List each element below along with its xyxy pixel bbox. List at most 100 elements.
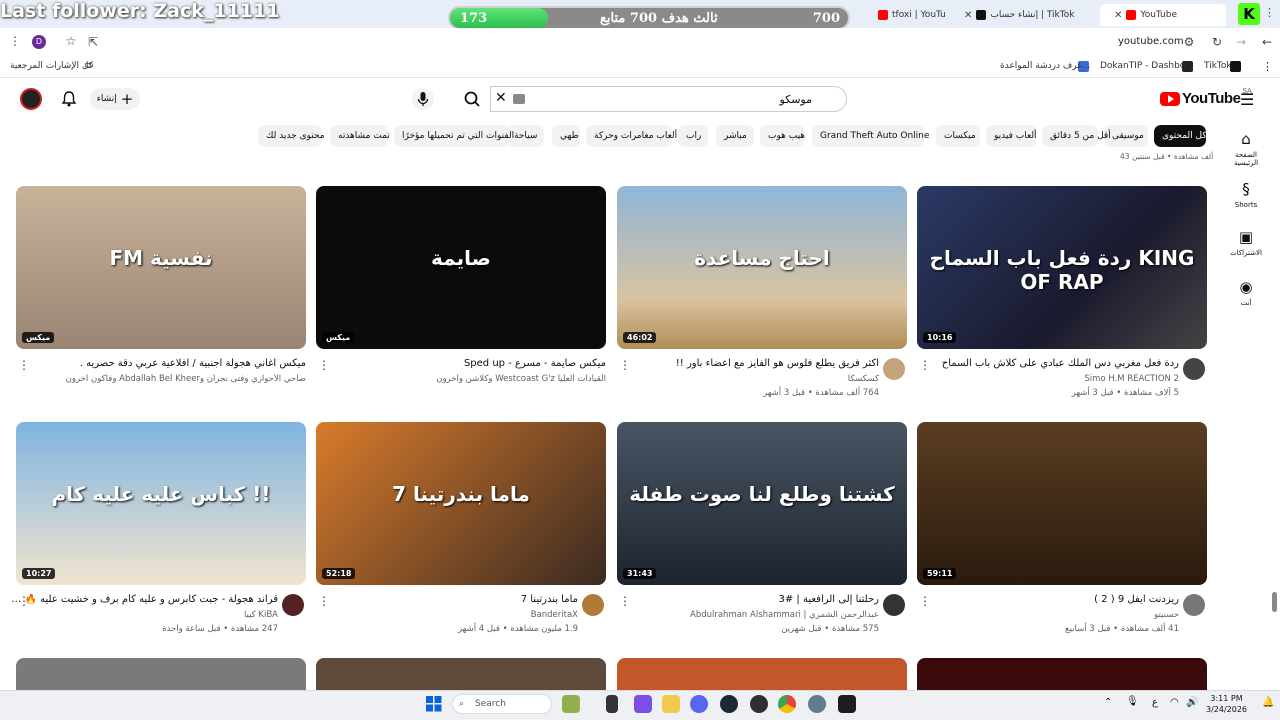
profile-avatar[interactable]: D [32, 35, 46, 49]
kick-app-icon[interactable] [838, 695, 856, 713]
video-thumbnail[interactable]: FM نفسية ميكس [16, 186, 306, 349]
account-avatar[interactable] [20, 88, 42, 110]
back-icon[interactable]: ← [1258, 35, 1276, 49]
bookmark-dokantip[interactable]: DokanTIP - Dashbo... [1100, 61, 1194, 71]
tab-youtube[interactable]: ✕ YouTube [1100, 4, 1226, 26]
video-title[interactable]: ميكس صايمة - مسرع - Sped up [338, 358, 606, 369]
discord-icon[interactable] [690, 695, 708, 713]
browser-menu-icon[interactable]: ⋮ [6, 34, 24, 48]
create-button[interactable]: إنشاء + [90, 88, 140, 110]
tray-overflow-icon[interactable]: ⌃ [1104, 697, 1112, 708]
channel-name[interactable]: ضاحي الأحوازي وفتى نجران وAbdallah Bel K… [38, 374, 306, 384]
chip-8[interactable]: راب [678, 125, 708, 147]
chip-9[interactable]: ألعاب مغامرات وحركة [586, 125, 677, 147]
close-tab-icon[interactable]: ✕ [1114, 10, 1122, 21]
chip-2[interactable]: أقل من 5 دقائق [1042, 125, 1111, 147]
clock[interactable]: 3:11 PM 3/24/2026 [1206, 693, 1247, 715]
channel-name[interactable]: BanderitaX [310, 610, 578, 620]
chip-3[interactable]: ألعاب فيديو [986, 125, 1037, 147]
all-bookmarks[interactable]: كل الإشارات المرجعية [10, 61, 93, 71]
more-actions-icon[interactable]: ⋮ [919, 594, 931, 608]
task-view-icon[interactable] [606, 695, 618, 713]
more-actions-icon[interactable]: ⋮ [318, 358, 330, 372]
forward-icon[interactable]: → [1232, 35, 1250, 49]
video-thumbnail[interactable] [316, 658, 606, 690]
video-thumbnail[interactable]: ردة فعل باب السماح KING OF RAP 10:16 [917, 186, 1207, 349]
video-title[interactable]: اكثر فريق يطلع فلوس هو الفايز مع اعضاء ب… [611, 358, 879, 369]
channel-name[interactable]: حسنيتو [911, 610, 1179, 620]
install-app-icon[interactable]: ⇱ [84, 35, 102, 49]
chip-10[interactable]: طهي [552, 125, 580, 147]
more-actions-icon[interactable]: ⋮ [919, 358, 931, 372]
wifi-icon[interactable]: ◠ [1170, 697, 1179, 708]
channel-name[interactable]: كسكسكا [611, 374, 879, 384]
chip-0[interactable]: كل المحتوى [1154, 125, 1207, 147]
video-title[interactable]: ماما بندرتينا 7 [310, 594, 578, 605]
video-title[interactable]: رحلتنا إلى الرافعية | #3 [611, 594, 879, 605]
more-actions-icon[interactable]: ⋮ [18, 594, 30, 608]
search-box[interactable]: موسكو ✕ [490, 86, 847, 112]
url-text[interactable]: youtube.com [1118, 36, 1184, 47]
channel-avatar[interactable] [582, 594, 604, 616]
chip-7[interactable]: مباشر [716, 125, 754, 147]
more-actions-icon[interactable]: ⋮ [619, 358, 631, 372]
search-button[interactable] [455, 86, 491, 112]
channel-name[interactable]: عبدالرحمن الشمري | Abdulrahman Alshammar… [611, 610, 879, 620]
chip-6[interactable]: هيب هوب [760, 125, 805, 147]
video-thumbnail[interactable] [917, 658, 1207, 690]
page-scrollbar[interactable] [1272, 592, 1277, 612]
voice-search-button[interactable] [412, 88, 434, 110]
file-explorer-icon[interactable] [662, 695, 680, 713]
tab-tiktok[interactable]: ✕ إنشاء حساب | TikTok [950, 4, 1098, 26]
video-thumbnail[interactable]: احتاج مساعدة 46:02 [617, 186, 907, 349]
mic-tray-icon[interactable]: 🎙 [1126, 696, 1139, 707]
bookmark-star-icon[interactable]: ☆ [62, 34, 80, 48]
taskbar-search[interactable]: ⌕ Search [452, 694, 552, 714]
teams-icon[interactable] [634, 695, 652, 713]
obs-icon[interactable] [750, 695, 768, 713]
chip-13[interactable]: تمت مشاهدته [330, 125, 390, 147]
bookmarks-overflow-icon[interactable]: ⋮ [1262, 60, 1273, 73]
channel-avatar[interactable] [883, 358, 905, 380]
channel-name[interactable]: القيادات العليا Westcoast G'z وكلاشن وآخ… [338, 374, 606, 384]
video-thumbnail[interactable]: صايمة ميكس [316, 186, 606, 349]
settings-icon[interactable] [808, 695, 826, 713]
video-title[interactable]: ريزدنت ايفل 9 ( 2 ) [911, 594, 1179, 605]
close-tab-icon[interactable]: ✕ [964, 10, 972, 21]
chip-12[interactable]: الفنوات التي تم تحميلها مؤخرًا [394, 125, 514, 147]
channel-avatar[interactable] [1183, 358, 1205, 380]
channel-avatar[interactable] [1183, 594, 1205, 616]
language-indicator[interactable]: ع [1152, 697, 1158, 708]
channel-name[interactable]: KiBA كيبا [10, 610, 278, 620]
clear-search-icon[interactable]: ✕ [495, 90, 507, 106]
steam-icon[interactable] [720, 695, 738, 713]
taskbar-app-icon[interactable] [562, 695, 580, 713]
search-input[interactable]: موسكو [779, 93, 812, 106]
video-title[interactable]: ميكس اغاني هجولة اجنبية / افلاعية عربي د… [38, 358, 306, 369]
guide-shorts[interactable]: § Shorts [1226, 180, 1266, 209]
keyboard-icon[interactable] [513, 94, 525, 104]
video-thumbnail[interactable]: ماما بندرتينا 7 52:18 [316, 422, 606, 585]
guide-home[interactable]: ⌂ الصفحة الرئيسية [1226, 130, 1266, 167]
youtube-logo[interactable]: YouTube SA [1160, 87, 1252, 107]
video-thumbnail[interactable]: كشتنا وطلع لنا صوت طفلة 31:43 [617, 422, 907, 585]
more-actions-icon[interactable]: ⋮ [619, 594, 631, 608]
notifications-button[interactable] [60, 90, 78, 112]
bookmark-tiktok[interactable]: TikTok [1204, 61, 1232, 71]
guide-you[interactable]: ◉ أنت [1226, 278, 1266, 307]
channel-avatar[interactable] [883, 594, 905, 616]
video-title[interactable]: قراند هجولة - جبت كابرس و عليه كام برف و… [10, 594, 278, 605]
bookmark-chat-rooms[interactable]: غرف دردشة المواعدة... [1000, 61, 1090, 71]
guide-subscriptions[interactable]: ▣ الاشتراكات [1226, 228, 1266, 257]
video-thumbnail[interactable] [617, 658, 907, 690]
channel-avatar[interactable] [282, 594, 304, 616]
video-title[interactable]: ردة فعل مغربي دس الملك عبادي على كلاش با… [911, 358, 1179, 369]
chip-14[interactable]: محتوى جديد لك [258, 125, 325, 147]
volume-icon[interactable]: 🔊 [1186, 697, 1198, 708]
channel-name[interactable]: Simo H.M REACTION 2 [911, 374, 1179, 384]
more-icon[interactable]: ⋮ [1264, 6, 1275, 19]
more-actions-icon[interactable]: ⋮ [18, 358, 30, 372]
notification-center-icon[interactable]: 🔔 [1262, 697, 1274, 708]
chrome-icon[interactable] [778, 695, 796, 713]
chip-4[interactable]: ميكسات [936, 125, 980, 147]
